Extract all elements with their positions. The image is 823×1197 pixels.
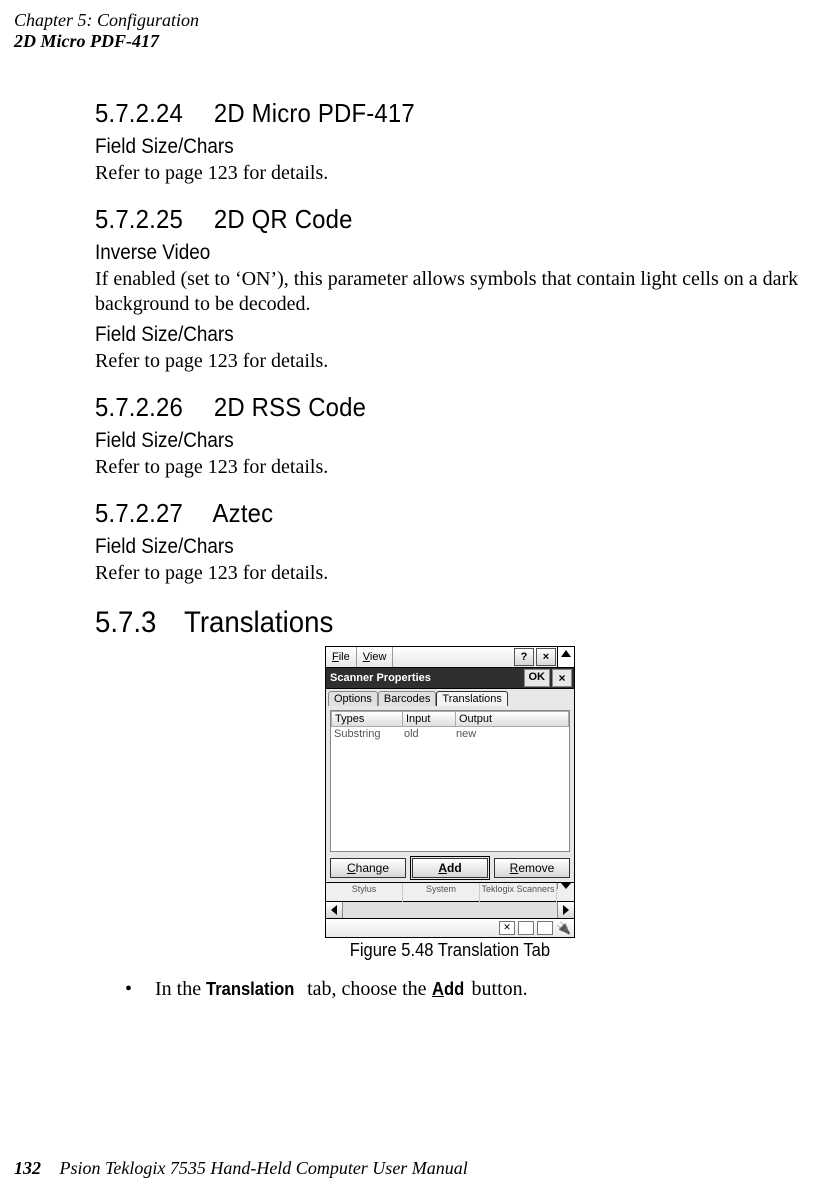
main-content: 5.7.2.24 2D Micro PDF-417 Field Size/Cha… xyxy=(95,80,805,1002)
tray-icon[interactable] xyxy=(518,921,534,935)
heading-5-7-3: 5.7.3 Translations xyxy=(95,606,748,640)
remove-button[interactable]: Remove xyxy=(494,858,570,878)
heading-5-7-2-26: 5.7.2.26 2D RSS Code xyxy=(95,392,748,423)
heading-5-7-2-25: 5.7.2.25 2D QR Code xyxy=(95,204,748,235)
system-tray: 🔌 xyxy=(325,919,575,938)
horizontal-scrollbar[interactable] xyxy=(325,902,575,919)
ok-button[interactable]: OK xyxy=(524,669,551,687)
subheading-field-size: Field Size/Chars xyxy=(95,135,734,159)
icon-system[interactable]: System xyxy=(403,883,480,902)
tab-options[interactable]: Options xyxy=(328,691,378,706)
heading-5-7-2-24: 5.7.2.24 2D Micro PDF-417 xyxy=(95,98,748,129)
body-text: Refer to page 123 for details. xyxy=(95,455,805,480)
scrollbar-track[interactable] xyxy=(343,902,557,918)
body-text: If enabled (set to ‘ON’), this parameter… xyxy=(95,267,805,317)
change-button[interactable]: Change xyxy=(330,858,406,878)
list-row[interactable]: Substring old new xyxy=(331,727,569,741)
help-button[interactable]: ? xyxy=(514,648,534,666)
heading-5-7-2-27: 5.7.2.27 Aztec xyxy=(95,498,748,529)
text: tab, choose the xyxy=(302,978,431,1000)
tabs: Options Barcodes Translations xyxy=(325,689,575,706)
scroll-up-button[interactable] xyxy=(558,646,575,668)
footer-text: Psion Teklogix 7535 Hand-Held Computer U… xyxy=(60,1158,468,1178)
subheading-inverse-video: Inverse Video xyxy=(95,241,734,265)
power-icon[interactable]: 🔌 xyxy=(556,921,571,935)
menu-file[interactable]: File xyxy=(326,647,357,667)
bold-translation: Translation xyxy=(206,978,294,1001)
dialog-titlebar: Scanner Properties OK × xyxy=(325,668,575,689)
figure-wrapper: File View ? × Scanner Properties OK × xyxy=(95,646,805,977)
text: button. xyxy=(467,978,528,1000)
menubar: File View ? × xyxy=(325,646,558,668)
scroll-down-button[interactable] xyxy=(557,883,574,889)
subheading-field-size: Field Size/Chars xyxy=(95,323,734,347)
cell-output: new xyxy=(453,727,569,741)
tab-translations[interactable]: Translations xyxy=(436,691,508,706)
figure-caption: Figure 5.48 Translation Tab xyxy=(350,940,550,961)
footer: 132 Psion Teklogix 7535 Hand-Held Comput… xyxy=(14,1158,468,1179)
bold-add: Add xyxy=(432,978,464,1001)
column-input[interactable]: Input xyxy=(403,711,456,727)
subheading-field-size: Field Size/Chars xyxy=(95,429,734,453)
icon-teklogix-scanners[interactable]: Teklogix Scanners xyxy=(480,883,557,902)
triangle-down-icon xyxy=(561,883,571,889)
dialog-title: Scanner Properties xyxy=(330,672,431,684)
desktop-icons: Stylus System Teklogix Scanners xyxy=(325,883,575,902)
close-button[interactable]: × xyxy=(536,648,556,666)
section-label: 2D Micro PDF-417 xyxy=(14,31,199,52)
body-text: Refer to page 123 for details. xyxy=(95,161,805,186)
tab-panel: Types Input Output Substring old new Cha… xyxy=(325,706,575,883)
bullet-dot-icon: • xyxy=(125,977,155,1002)
page-number: 132 xyxy=(14,1158,41,1178)
running-header: Chapter 5: Configuration 2D Micro PDF-41… xyxy=(14,10,199,51)
triangle-right-icon xyxy=(563,905,569,915)
cell-types: Substring xyxy=(331,727,401,741)
menu-view[interactable]: View xyxy=(357,647,394,667)
scroll-right-button[interactable] xyxy=(557,902,574,918)
body-text: Refer to page 123 for details. xyxy=(95,561,805,586)
add-button[interactable]: Add xyxy=(412,858,488,878)
tab-barcodes[interactable]: Barcodes xyxy=(378,691,436,706)
text: In the xyxy=(155,978,206,1000)
close-icon: × xyxy=(558,671,565,685)
list-header: Types Input Output xyxy=(331,711,569,727)
bullet-item: • In the Translation tab, choose the Add… xyxy=(125,977,805,1002)
chapter-label: Chapter 5: Configuration xyxy=(14,10,199,31)
triangle-up-icon xyxy=(561,650,571,657)
triangle-left-icon xyxy=(331,905,337,915)
subheading-field-size: Field Size/Chars xyxy=(95,535,734,559)
icon-stylus[interactable]: Stylus xyxy=(326,883,403,902)
button-row: Change Add Remove xyxy=(330,858,570,878)
tray-icon[interactable] xyxy=(499,921,515,935)
screenshot: File View ? × Scanner Properties OK × xyxy=(325,646,575,938)
body-text: Refer to page 123 for details. xyxy=(95,349,805,374)
column-types[interactable]: Types xyxy=(331,711,403,727)
cell-input: old xyxy=(401,727,453,741)
scroll-left-button[interactable] xyxy=(326,902,343,918)
translations-list[interactable]: Types Input Output Substring old new xyxy=(330,710,570,852)
dialog-close-button[interactable]: × xyxy=(552,669,572,687)
column-output[interactable]: Output xyxy=(456,711,569,727)
tray-icon[interactable] xyxy=(537,921,553,935)
